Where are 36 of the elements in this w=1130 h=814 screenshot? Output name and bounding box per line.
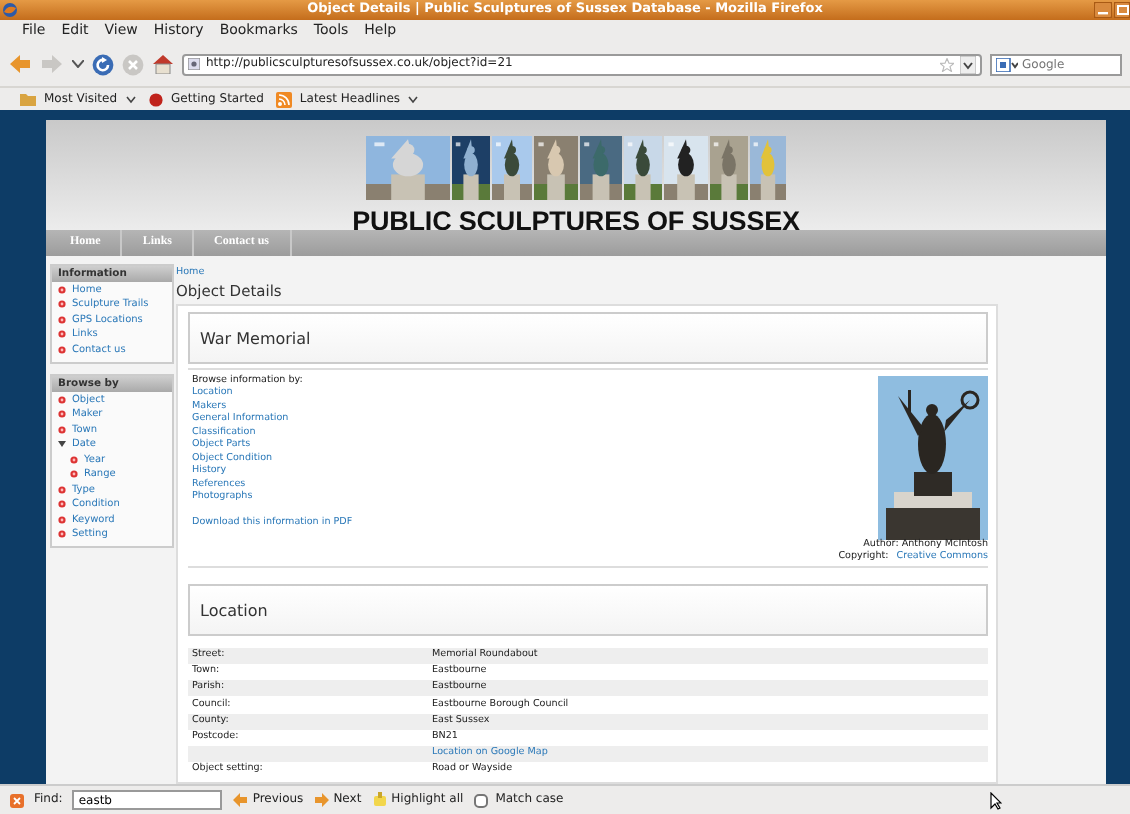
previous-icon xyxy=(232,792,249,808)
bullet-icon xyxy=(58,315,66,324)
bullet-icon xyxy=(58,330,66,339)
bullet-icon xyxy=(58,425,66,434)
highlighter-icon xyxy=(371,792,388,808)
bullet-icon xyxy=(58,345,66,354)
bullet-icon xyxy=(58,410,66,419)
bullet-icon xyxy=(58,485,66,494)
reload-icon[interactable] xyxy=(92,53,114,75)
dropdown-icon[interactable] xyxy=(72,60,84,68)
bullet-icon xyxy=(58,285,66,294)
object-title: War Memorial xyxy=(188,311,988,364)
page-icon xyxy=(147,91,164,107)
match-case-checkbox[interactable] xyxy=(473,793,488,807)
maximize-button[interactable] xyxy=(1114,2,1130,18)
site-title: PUBLIC SCULPTURES OF SUSSEX xyxy=(352,208,800,236)
star-icon[interactable] xyxy=(940,57,954,71)
site-icon xyxy=(188,58,200,70)
close-icon[interactable] xyxy=(10,793,24,807)
minimize-button[interactable] xyxy=(1094,2,1112,18)
home-icon[interactable] xyxy=(152,54,174,74)
bullet-icon xyxy=(58,300,66,309)
section-heading: Location xyxy=(188,583,988,636)
app-icon xyxy=(2,2,18,18)
bullet-icon xyxy=(58,395,66,404)
bullet-icon xyxy=(58,515,66,524)
caret-icon xyxy=(408,95,419,103)
caret-icon xyxy=(125,95,136,103)
bullet-icon xyxy=(70,455,78,464)
cursor-icon xyxy=(990,791,1002,809)
bullet-icon xyxy=(58,530,66,539)
bullet-icon xyxy=(70,470,78,479)
bullet-icon xyxy=(58,500,66,509)
dropdown-icon[interactable] xyxy=(960,55,976,73)
rss-icon xyxy=(275,91,292,107)
next-icon xyxy=(313,792,330,808)
